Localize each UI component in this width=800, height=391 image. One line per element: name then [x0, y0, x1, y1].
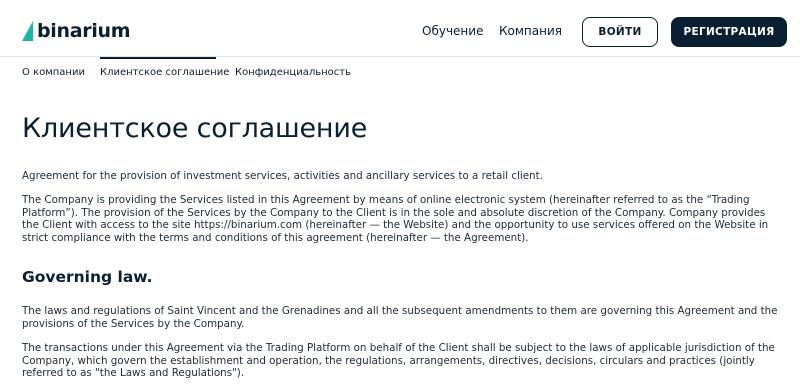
- nav-learn[interactable]: Обучение: [422, 24, 483, 38]
- logo-text: binarium: [37, 20, 131, 42]
- subnav-active-indicator: [100, 57, 216, 59]
- subnav-item-privacy[interactable]: Конфиденциальность: [235, 67, 351, 78]
- logo-mark-icon: [22, 21, 33, 41]
- subnav-item-client-agreement[interactable]: Клиентское соглашение: [100, 67, 229, 78]
- register-button[interactable]: РЕГИСТРАЦИЯ: [671, 17, 787, 47]
- paragraph: The laws and regulations of Saint Vincen…: [22, 305, 778, 330]
- section-heading: Governing law.: [22, 268, 153, 286]
- page-title: Клиентское соглашение: [22, 113, 368, 144]
- site-header: binarium Обучение Компания ВОЙТИ РЕГИСТР…: [0, 0, 800, 57]
- subnav: О компании Клиентское соглашение Конфиде…: [0, 57, 800, 87]
- logo[interactable]: binarium: [22, 20, 131, 42]
- subnav-item-about[interactable]: О компании: [22, 67, 85, 78]
- paragraph: Agreement for the provision of investmen…: [22, 170, 543, 182]
- paragraph: The Company is providing the Services li…: [22, 194, 769, 244]
- paragraph: The transactions under this Agreement vi…: [22, 342, 775, 380]
- nav-company[interactable]: Компания: [499, 24, 562, 38]
- login-button[interactable]: ВОЙТИ: [582, 17, 658, 47]
